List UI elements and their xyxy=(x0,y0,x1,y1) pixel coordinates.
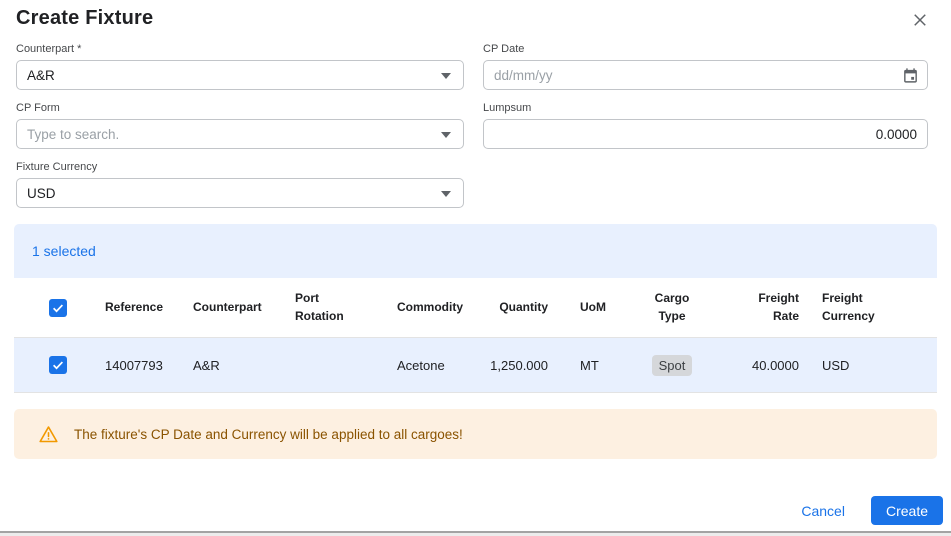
fixture-currency-value: USD xyxy=(27,185,56,201)
lumpsum-control xyxy=(483,119,928,149)
cell-reference: 14007793 xyxy=(105,357,163,373)
create-button[interactable]: Create xyxy=(870,496,943,525)
fixture-currency-select[interactable]: USD xyxy=(16,178,464,208)
table-row[interactable]: 14007793 A&R Acetone 1,250.000 MT Spot 4… xyxy=(14,338,937,393)
lumpsum-label: Lumpsum xyxy=(483,102,532,114)
chevron-down-icon xyxy=(441,132,451,138)
row-checkbox[interactable] xyxy=(49,356,67,374)
lumpsum-field-group: Lumpsum xyxy=(483,102,928,149)
cp-form-select[interactable]: Type to search. xyxy=(16,119,464,149)
col-header-cargo-type: Cargo Type xyxy=(654,291,690,323)
warning-banner: The fixture's CP Date and Currency will … xyxy=(14,409,937,459)
col-header-freight-rate: Freight Rate xyxy=(758,291,799,323)
col-header-reference: Reference xyxy=(105,299,164,314)
cp-form-label: CP Form xyxy=(16,102,60,114)
warning-icon xyxy=(39,425,58,442)
cp-date-field-group: CP Date xyxy=(483,43,928,90)
selection-summary: 1 selected xyxy=(14,224,937,278)
calendar-icon[interactable] xyxy=(900,65,921,86)
cell-freight-currency: USD xyxy=(822,357,850,373)
col-header-freight-currency: Freight Currency xyxy=(822,291,875,323)
col-header-counterpart: Counterpart xyxy=(193,299,262,314)
lumpsum-input[interactable] xyxy=(494,120,917,148)
cp-date-control xyxy=(483,60,928,90)
form-grid-spacer xyxy=(483,161,928,220)
background-page-edge xyxy=(0,531,951,536)
selection-summary-text: 1 selected xyxy=(32,243,96,259)
close-icon[interactable] xyxy=(907,7,933,33)
col-header-commodity: Commodity xyxy=(397,299,463,314)
cp-form-placeholder: Type to search. xyxy=(27,126,120,142)
cp-date-label: CP Date xyxy=(483,43,525,55)
counterpart-select[interactable]: A&R xyxy=(16,60,464,90)
chevron-down-icon xyxy=(441,191,451,197)
fixture-currency-field-group: Fixture Currency USD xyxy=(16,161,464,208)
warning-message: The fixture's CP Date and Currency will … xyxy=(74,426,463,442)
fixture-form: Counterpart * A&R CP Date CP Form Type t… xyxy=(0,33,951,220)
fixture-currency-label: Fixture Currency xyxy=(16,161,98,173)
cancel-button[interactable]: Cancel xyxy=(801,503,845,519)
counterpart-label: Counterpart * xyxy=(16,43,82,55)
row-checkbox-cell xyxy=(14,356,105,374)
cell-uom: MT xyxy=(580,357,599,373)
cargo-table-section: 1 selected Reference Counterpart Port Ro… xyxy=(14,224,937,393)
cell-freight-rate: 40.0000 xyxy=(752,357,799,373)
select-all-cell xyxy=(14,298,105,317)
cp-form-field-group: CP Form Type to search. xyxy=(16,102,464,149)
cell-cargo-type: Spot xyxy=(640,354,704,376)
col-header-uom: UoM xyxy=(580,299,606,314)
table-header-row: Reference Counterpart Port Rotation Comm… xyxy=(14,278,937,338)
cell-commodity: Acetone xyxy=(397,357,445,373)
select-all-checkbox[interactable] xyxy=(49,298,67,317)
page-title: Create Fixture xyxy=(16,7,154,29)
cell-counterpart: A&R xyxy=(193,357,220,373)
dialog-footer: Cancel Create xyxy=(801,496,943,525)
dialog-header: Create Fixture xyxy=(0,0,951,33)
cp-date-input[interactable] xyxy=(494,61,897,89)
col-header-port-rotation: Port Rotation xyxy=(295,291,344,323)
counterpart-field-group: Counterpart * A&R xyxy=(16,43,464,90)
col-header-quantity: Quantity xyxy=(499,299,548,314)
chevron-down-icon xyxy=(441,73,451,79)
cargo-type-badge: Spot xyxy=(651,354,693,376)
cell-quantity: 1,250.000 xyxy=(490,357,548,373)
counterpart-value: A&R xyxy=(27,67,55,83)
